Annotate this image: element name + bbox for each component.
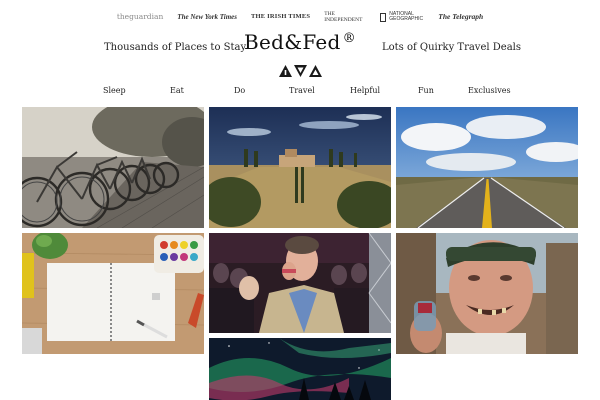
telegraph-logo: The Telegraph [438,12,484,21]
natgeo-logo-text: NATIONAL GEOGRAPHIC [389,10,424,22]
irish-times-logo: THE IRISH TIMES [251,13,311,20]
nav-item-do[interactable]: Do [234,86,245,95]
bicycles-photo [22,107,204,228]
tagline-deals: Lots of Quirky Travel Deals [382,42,521,53]
tile-aurora[interactable] [209,338,391,400]
nav-item-eat[interactable]: Eat [170,86,184,95]
guardian-logo: theguardian [116,12,164,21]
tile-presenter[interactable] [209,233,391,333]
registered-mark: ® [342,31,356,46]
tile-old-man[interactable] [396,233,578,354]
old-man-photo [396,233,578,354]
natgeo-frame-icon [380,12,387,22]
nav-item-exclusives[interactable]: Exclusives [468,86,511,95]
press-logos-bar: theguardian The New York Times THE IRISH… [0,10,600,24]
nav-item-sleep[interactable]: Sleep [103,86,126,95]
notebook-photo [22,233,204,354]
nav-item-helpful[interactable]: Helpful [350,86,380,95]
presenter-photo [209,233,391,333]
main-nav: Sleep Eat Do Travel Helpful Fun Exclusiv… [103,86,513,98]
independent-logo: THE INDEPENDENT [324,11,363,23]
tile-road[interactable] [396,107,578,228]
road-photo [396,107,578,228]
tile-villa[interactable] [209,107,391,228]
nav-item-fun[interactable]: Fun [418,86,434,95]
nav-item-travel[interactable]: Travel [289,86,315,95]
natgeo-logo: NATIONAL GEOGRAPHIC [380,10,424,23]
nyt-logo: The New York Times [177,13,237,21]
villa-photo [209,107,391,228]
tile-notebook[interactable] [22,233,204,354]
triangles-logo-icon [279,65,322,77]
site-logo-text: Bed&Fed [244,30,341,54]
aurora-photo [209,338,391,400]
tile-bicycles[interactable] [22,107,204,228]
